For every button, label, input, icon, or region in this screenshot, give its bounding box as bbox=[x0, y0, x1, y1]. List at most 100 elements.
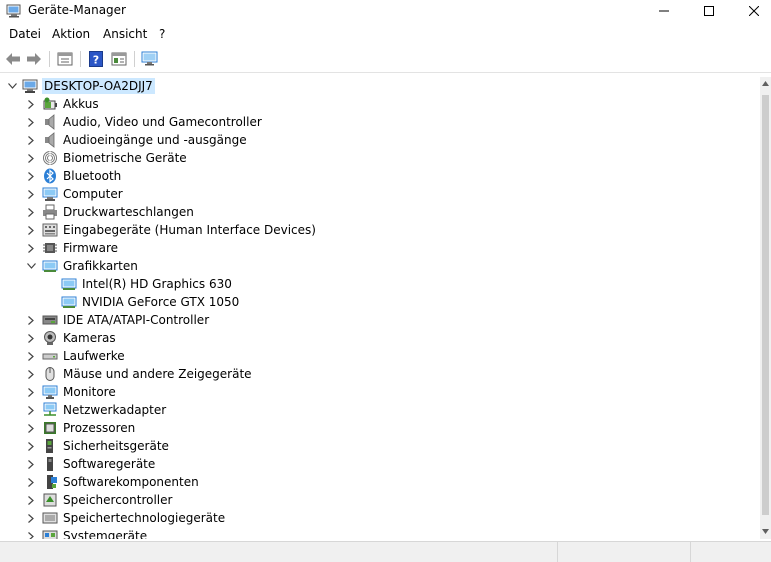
tree-category-item[interactable]: Audioeingänge und -ausgänge bbox=[2, 131, 760, 149]
maximize-icon bbox=[704, 6, 714, 16]
forward-button[interactable] bbox=[24, 50, 44, 68]
status-bar bbox=[0, 541, 771, 562]
view-button[interactable] bbox=[109, 50, 129, 68]
minimize-button[interactable] bbox=[641, 0, 687, 22]
menu-datei[interactable]: Datei bbox=[9, 26, 41, 42]
camera-icon bbox=[42, 330, 58, 346]
device-tree[interactable]: DESKTOP-OA2DJJ7 Akkus Audio, Video und Gam… bbox=[2, 77, 760, 539]
monitor-icon bbox=[42, 384, 58, 400]
network-icon bbox=[42, 402, 58, 418]
tree-device-item[interactable]: NVIDIA GeForce GTX 1050 bbox=[2, 293, 760, 311]
category-label: Systemgeräte bbox=[63, 529, 148, 539]
tree-category-item[interactable]: Sicherheitsgeräte bbox=[2, 437, 760, 455]
category-label: Sicherheitsgeräte bbox=[63, 439, 169, 453]
tree-category-item[interactable]: Mäuse und andere Zeigegeräte bbox=[2, 365, 760, 383]
tree-category-item[interactable]: Grafikkarten bbox=[2, 257, 760, 275]
tree-category-item[interactable]: Eingabegeräte (Human Interface Devices) bbox=[2, 221, 760, 239]
tree-category-item[interactable]: Laufwerke bbox=[2, 347, 760, 365]
expand-chevron-icon[interactable] bbox=[25, 365, 37, 383]
toolbar-separator bbox=[49, 51, 50, 67]
tree-category-item[interactable]: Biometrische Geräte bbox=[2, 149, 760, 167]
expand-chevron-icon[interactable] bbox=[25, 203, 37, 221]
scan-hardware-button[interactable] bbox=[140, 50, 160, 68]
tree-category-item[interactable]: Bluetooth bbox=[2, 167, 760, 185]
storage-controller-icon bbox=[42, 492, 58, 508]
scroll-down-icon[interactable] bbox=[762, 529, 769, 534]
tree-category-item[interactable]: Audio, Video und Gamecontroller bbox=[2, 113, 760, 131]
expand-chevron-icon[interactable] bbox=[25, 329, 37, 347]
tree-root-item[interactable]: DESKTOP-OA2DJJ7 bbox=[2, 77, 760, 95]
tree-category-item[interactable]: IDE ATA/ATAPI-Controller bbox=[2, 311, 760, 329]
collapse-chevron-icon[interactable] bbox=[25, 257, 37, 275]
expand-chevron-icon[interactable] bbox=[25, 491, 37, 509]
menu-aktion[interactable]: Aktion bbox=[52, 26, 90, 42]
expand-chevron-icon[interactable] bbox=[25, 239, 37, 257]
category-label: Eingabegeräte (Human Interface Devices) bbox=[63, 223, 316, 237]
expand-chevron-icon[interactable] bbox=[25, 401, 37, 419]
expand-chevron-icon[interactable] bbox=[25, 473, 37, 491]
collapse-chevron-icon[interactable] bbox=[6, 77, 18, 95]
expand-chevron-icon[interactable] bbox=[25, 221, 37, 239]
view-icon bbox=[111, 52, 127, 66]
expand-chevron-icon[interactable] bbox=[25, 113, 37, 131]
menu-help[interactable]: ? bbox=[159, 26, 165, 42]
help-button[interactable]: ? bbox=[86, 50, 106, 68]
expand-chevron-icon[interactable] bbox=[25, 383, 37, 401]
computer-name: DESKTOP-OA2DJJ7 bbox=[42, 78, 155, 94]
expand-chevron-icon[interactable] bbox=[25, 347, 37, 365]
tree-category-item[interactable]: Druckwarteschlangen bbox=[2, 203, 760, 221]
category-label: Akkus bbox=[63, 97, 99, 111]
tree-category-item[interactable]: Systemgeräte bbox=[2, 527, 760, 539]
expand-chevron-icon[interactable] bbox=[25, 95, 37, 113]
toolbar-separator bbox=[134, 51, 135, 67]
expand-chevron-icon[interactable] bbox=[25, 311, 37, 329]
tree-category-item[interactable]: Computer bbox=[2, 185, 760, 203]
toolbar: ? bbox=[0, 46, 771, 73]
maximize-button[interactable] bbox=[686, 0, 732, 22]
category-label: Firmware bbox=[63, 241, 118, 255]
category-label: Grafikkarten bbox=[63, 259, 138, 273]
expand-chevron-icon[interactable] bbox=[25, 167, 37, 185]
scroll-up-icon[interactable] bbox=[762, 81, 769, 86]
category-label: Speichertechnologiegeräte bbox=[63, 511, 226, 525]
tree-category-item[interactable]: Monitore bbox=[2, 383, 760, 401]
menu-bar: Datei Aktion Ansicht ? bbox=[0, 25, 771, 43]
tree-category-item[interactable]: Firmware bbox=[2, 239, 760, 257]
scrollbar-thumb[interactable] bbox=[762, 95, 769, 515]
tree-category-item[interactable]: Netzwerkadapter bbox=[2, 401, 760, 419]
category-label: Kameras bbox=[63, 331, 116, 345]
expand-chevron-icon[interactable] bbox=[25, 185, 37, 203]
tree-category-item[interactable]: Speichertechnologiegeräte bbox=[2, 509, 760, 527]
chip-icon bbox=[42, 240, 58, 256]
tree-category-item[interactable]: Softwarekomponenten bbox=[2, 473, 760, 491]
software-device-icon bbox=[42, 456, 58, 472]
expand-chevron-icon[interactable] bbox=[25, 419, 37, 437]
tree-category-item[interactable]: Akkus bbox=[2, 95, 760, 113]
display-adapter-icon bbox=[61, 294, 77, 310]
status-panel bbox=[690, 542, 771, 562]
device-manager-icon bbox=[6, 4, 21, 18]
tree-category-item[interactable]: Speichercontroller bbox=[2, 491, 760, 509]
help-icon: ? bbox=[89, 51, 103, 67]
close-button[interactable] bbox=[731, 0, 771, 22]
menu-ansicht[interactable]: Ansicht bbox=[103, 26, 147, 42]
device-label: NVIDIA GeForce GTX 1050 bbox=[82, 295, 240, 309]
tree-device-item[interactable]: Intel(R) HD Graphics 630 bbox=[2, 275, 760, 293]
expand-chevron-icon[interactable] bbox=[25, 509, 37, 527]
expand-chevron-icon[interactable] bbox=[25, 149, 37, 167]
device-label: Intel(R) HD Graphics 630 bbox=[82, 277, 232, 291]
expand-chevron-icon[interactable] bbox=[25, 131, 37, 149]
close-icon bbox=[749, 6, 759, 16]
tree-category-item[interactable]: Kameras bbox=[2, 329, 760, 347]
expand-chevron-icon[interactable] bbox=[25, 527, 37, 539]
vertical-scrollbar[interactable] bbox=[760, 77, 771, 539]
properties-button[interactable] bbox=[55, 50, 75, 68]
back-button[interactable] bbox=[3, 50, 23, 68]
expand-chevron-icon[interactable] bbox=[25, 455, 37, 473]
tree-category-item[interactable]: Prozessoren bbox=[2, 419, 760, 437]
back-icon bbox=[6, 53, 20, 65]
category-label: Computer bbox=[63, 187, 123, 201]
expand-chevron-icon[interactable] bbox=[25, 437, 37, 455]
battery-icon bbox=[42, 96, 58, 112]
tree-category-item[interactable]: Softwaregeräte bbox=[2, 455, 760, 473]
